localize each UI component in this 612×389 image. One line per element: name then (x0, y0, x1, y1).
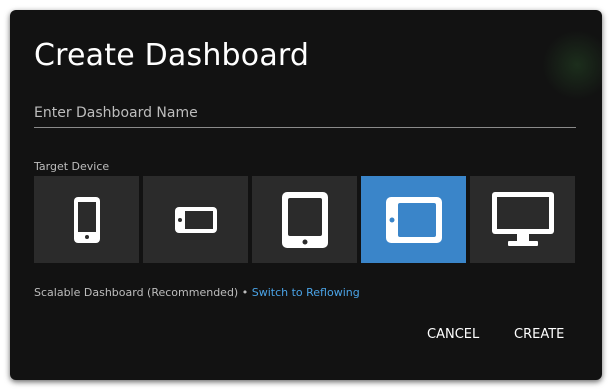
create-button[interactable]: CREATE (514, 327, 564, 342)
dashboard-name-input[interactable] (34, 98, 576, 128)
cancel-button[interactable]: CANCEL (427, 327, 479, 342)
tablet-portrait-icon (281, 191, 328, 248)
device-option-tablet-landscape[interactable] (361, 176, 466, 263)
phone-portrait-icon (73, 196, 100, 243)
device-option-desktop[interactable] (470, 176, 575, 263)
target-device-selector (34, 176, 575, 263)
device-option-tablet-portrait[interactable] (252, 176, 357, 263)
switch-to-reflowing-link[interactable]: Switch to Reflowing (252, 286, 360, 299)
background-glow (542, 30, 602, 100)
tablet-landscape-icon (385, 196, 442, 243)
dialog-title: Create Dashboard (34, 38, 310, 73)
desktop-monitor-icon (491, 191, 554, 246)
dashboard-mode-line: Scalable Dashboard (Recommended) • Switc… (34, 286, 360, 299)
target-device-label: Target Device (34, 160, 110, 173)
mode-description: Scalable Dashboard (Recommended) • (34, 286, 252, 299)
create-dashboard-dialog: Create Dashboard Target Device (10, 10, 602, 380)
device-option-phone-portrait[interactable] (34, 176, 139, 263)
phone-landscape-icon (174, 206, 217, 233)
device-option-phone-landscape[interactable] (143, 176, 248, 263)
